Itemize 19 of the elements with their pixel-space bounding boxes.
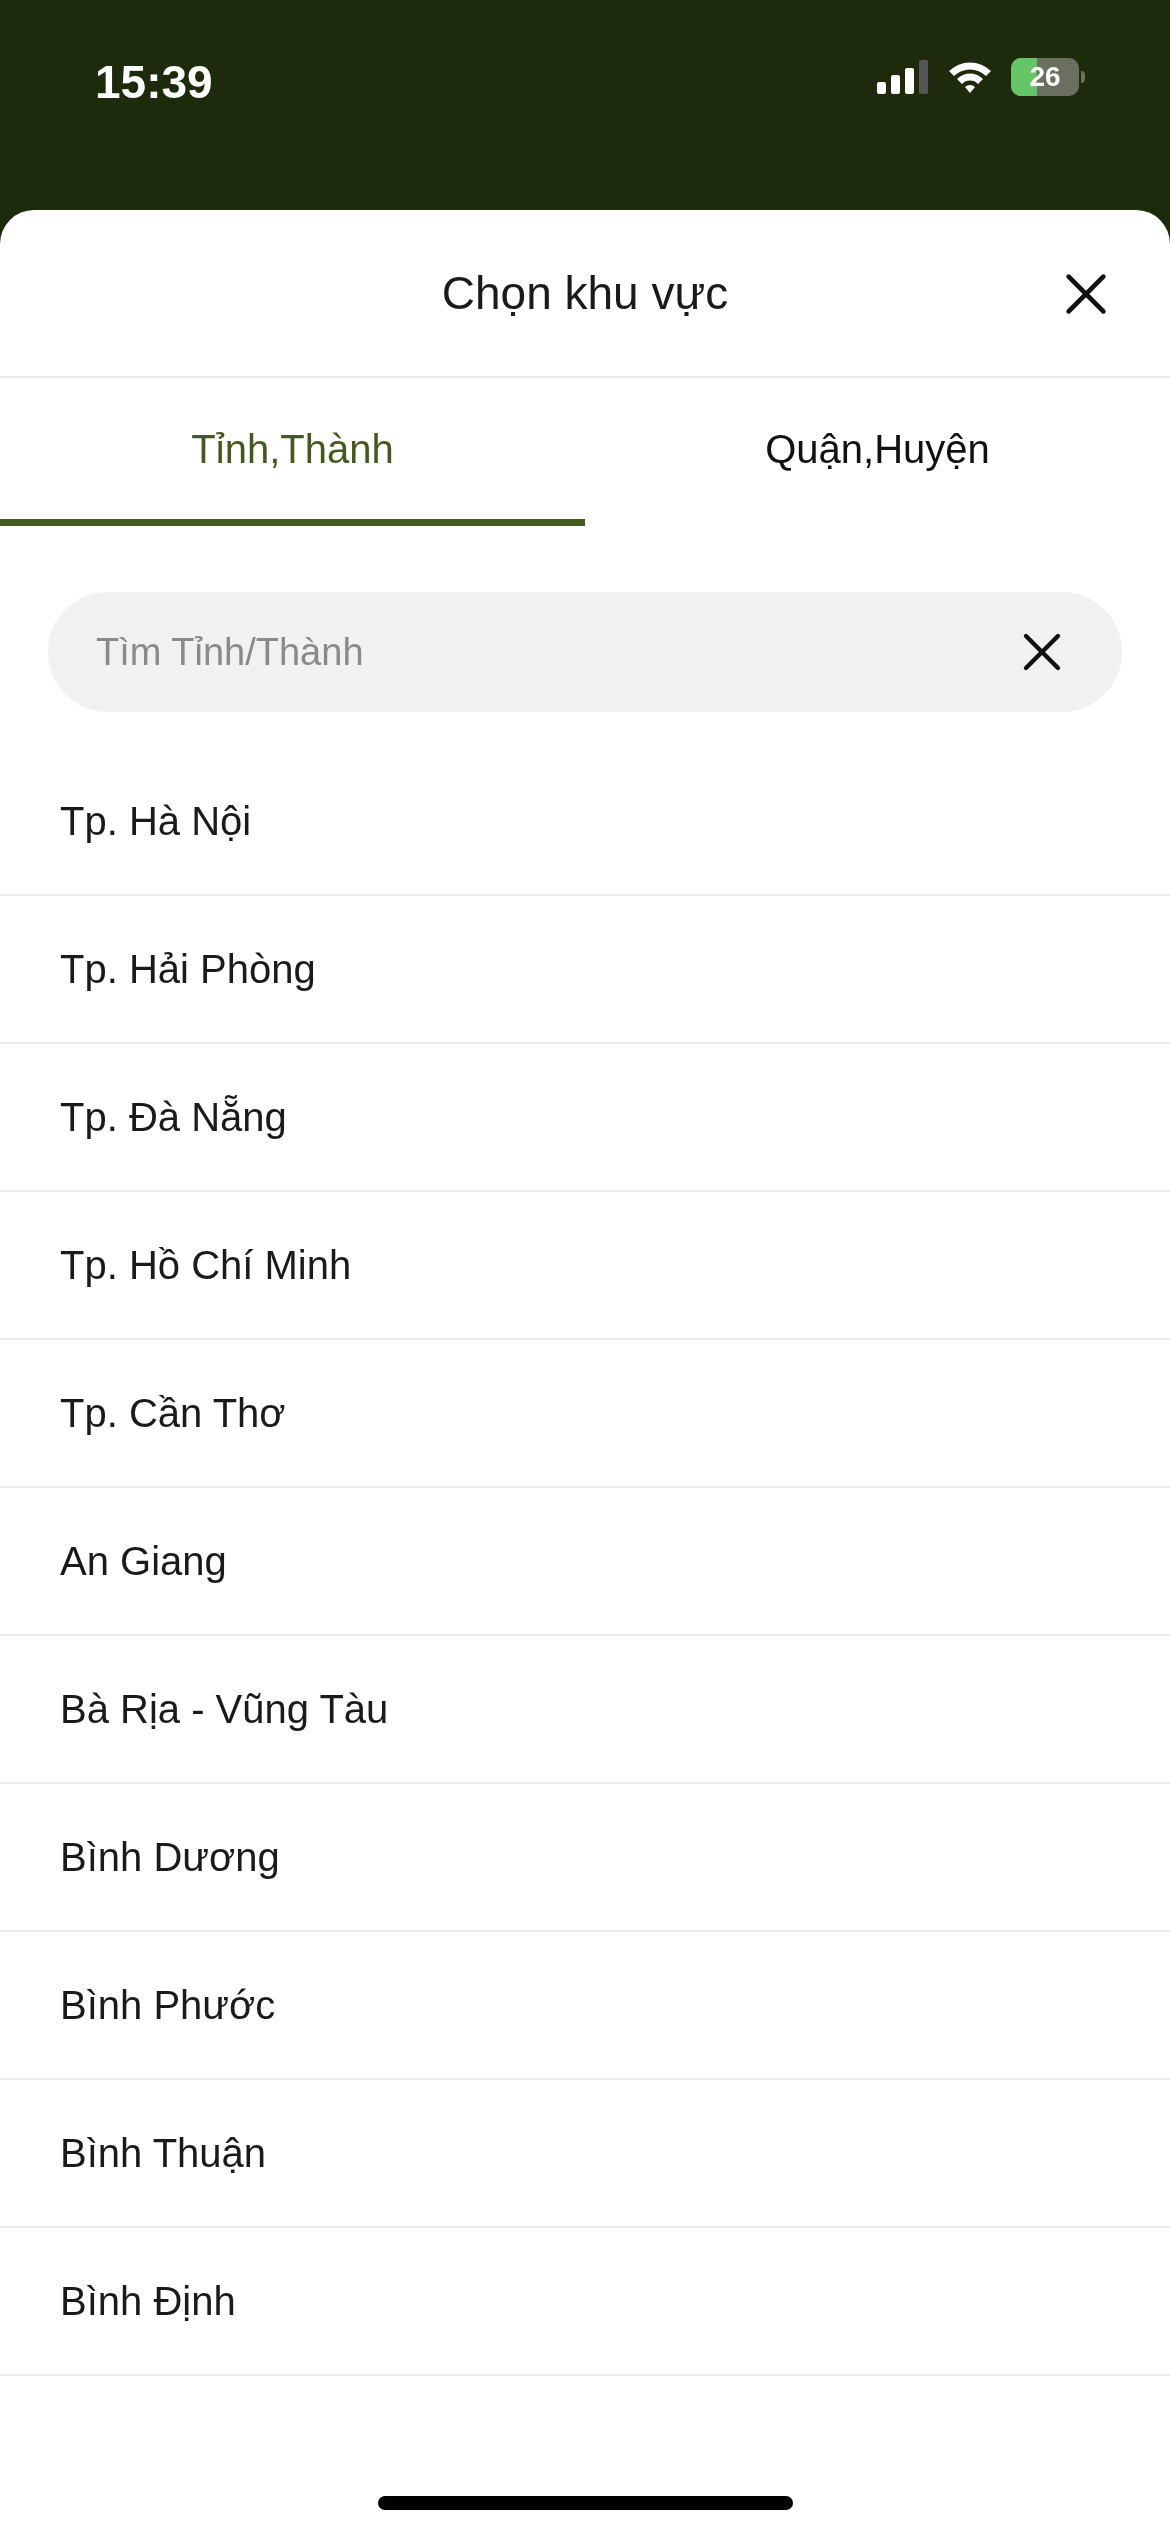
province-item[interactable]: Bình Dương	[0, 1784, 1170, 1932]
province-item[interactable]: Tp. Đà Nẵng	[0, 1044, 1170, 1192]
tab[interactable]: Quận,Huyện	[585, 378, 1170, 526]
wifi-icon	[947, 60, 993, 94]
province-item[interactable]: Bình Định	[0, 2228, 1170, 2376]
search-field[interactable]: Tìm Tỉnh/Thành	[48, 592, 1122, 712]
sheet-title: Chọn khu vực	[441, 265, 729, 321]
status-time: 15:39	[95, 55, 213, 110]
battery-level: 26	[1028, 60, 1062, 94]
province-item[interactable]: Tp. Hải Phòng	[0, 896, 1170, 1044]
tab[interactable]: Tỉnh,Thành	[0, 378, 585, 526]
province-item[interactable]: Bình Phước	[0, 1932, 1170, 2080]
province-item[interactable]: Bình Thuận	[0, 2080, 1170, 2228]
province-item[interactable]: Tp. Hà Nội	[0, 748, 1170, 896]
province-item[interactable]: An Giang	[0, 1488, 1170, 1636]
province-item[interactable]: Tp. Hồ Chí Minh	[0, 1192, 1170, 1340]
signal-icon	[877, 60, 929, 94]
province-item[interactable]: Tp. Cần Thơ	[0, 1340, 1170, 1488]
province-item[interactable]: Bà Rịa - Vũng Tàu	[0, 1636, 1170, 1784]
